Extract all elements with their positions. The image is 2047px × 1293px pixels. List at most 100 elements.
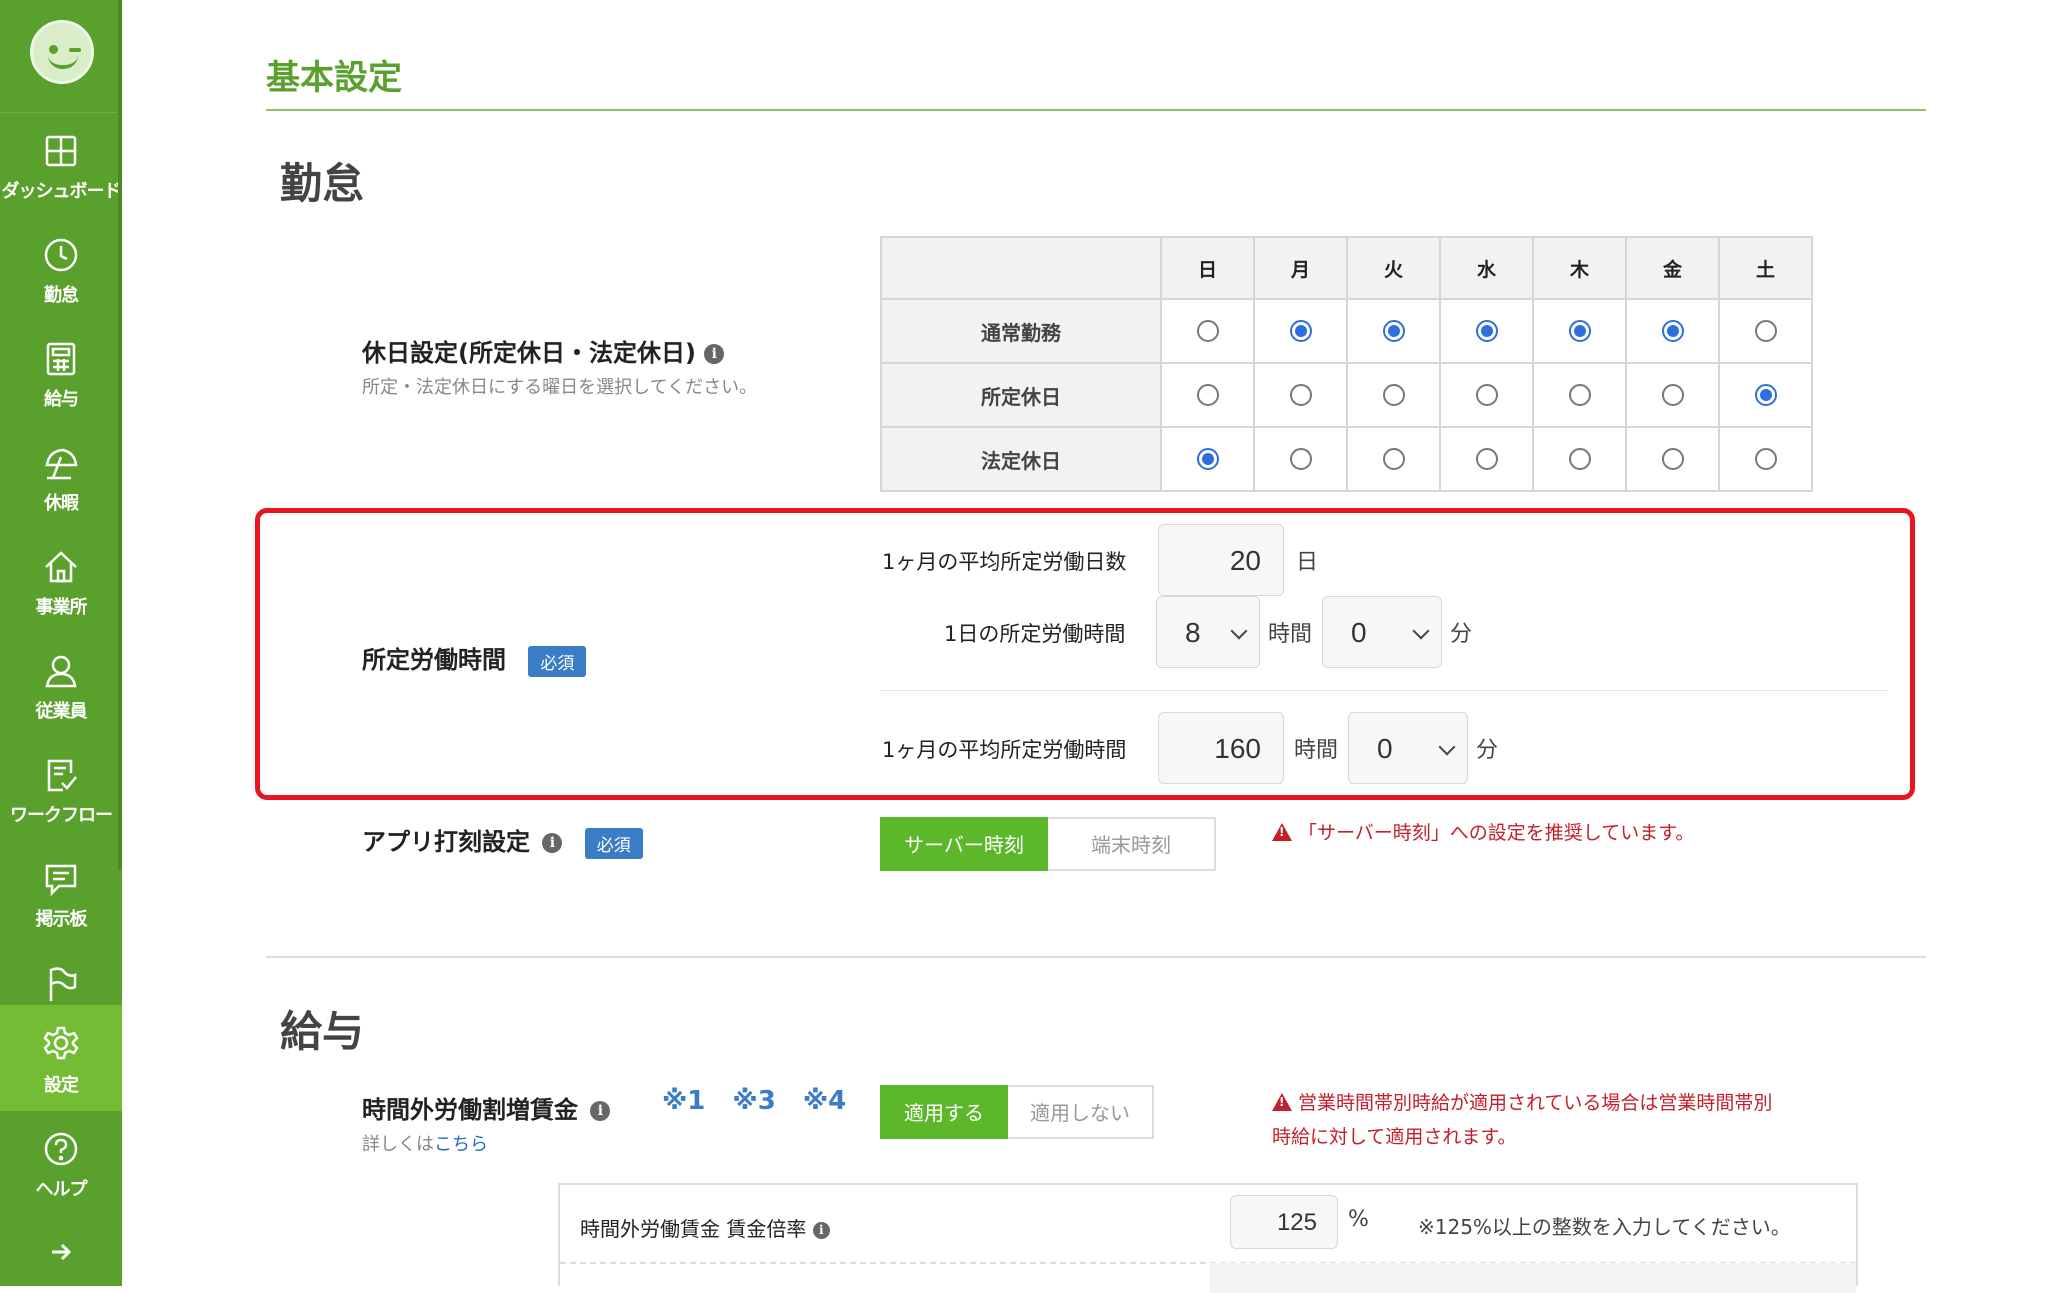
overtime-detail: 詳しくはこちら — [362, 1134, 488, 1155]
day-header: 火 — [1346, 236, 1441, 300]
not-apply-option[interactable]: 適用しない — [1008, 1085, 1154, 1139]
overtime-toggle: 適用する 適用しない — [880, 1085, 1154, 1139]
app-clock-toggle: サーバー時刻 端末時刻 — [880, 817, 1216, 871]
holiday-cell — [1346, 426, 1441, 492]
app-clock-warning: 「サーバー時刻」への設定を推奨しています。 — [1272, 816, 1694, 850]
holiday-cell — [1439, 298, 1534, 364]
monthly-minutes-select[interactable]: 0 — [1348, 712, 1468, 784]
home-icon — [45, 551, 77, 583]
chat-icon — [45, 864, 77, 897]
holiday-cell — [1718, 426, 1813, 492]
daily-hours-select[interactable]: 8 — [1156, 596, 1260, 668]
warning-icon — [1272, 1093, 1292, 1111]
day-header: 木 — [1532, 236, 1627, 300]
sidebar-item-employees[interactable]: 従業員 — [0, 653, 122, 753]
arrow-right-icon[interactable] — [49, 1240, 73, 1264]
day-radio[interactable] — [1289, 384, 1312, 406]
day-radio[interactable] — [1475, 384, 1498, 406]
sidebar-item-label: 従業員 — [35, 701, 88, 722]
day-radio[interactable] — [1568, 320, 1591, 342]
sidebar-item-label: 給与 — [44, 389, 79, 410]
holiday-cell — [1625, 362, 1720, 428]
holiday-cell — [1253, 362, 1348, 428]
main-content: 基本設定 勤怠 休日設定(所定休日・法定休日) i 所定・法定休日にする曜日を選… — [122, 0, 2047, 1293]
holiday-table: 日 月 火 水 木 金 土 通常勤務 所定休日 法定休日 — [880, 236, 1813, 492]
server-time-option[interactable]: サーバー時刻 — [880, 817, 1048, 871]
day-radio[interactable] — [1661, 448, 1684, 470]
umbrella-icon — [45, 448, 78, 480]
day-radio[interactable] — [1196, 448, 1219, 470]
sidebar-item-label: 設定 — [44, 1075, 79, 1096]
day-radio[interactable] — [1754, 448, 1777, 470]
day-radio[interactable] — [1475, 448, 1498, 470]
holiday-cell — [1532, 426, 1627, 492]
holiday-cell — [1160, 426, 1255, 492]
sidebar-item-flag[interactable] — [0, 965, 122, 1005]
holiday-cell — [1718, 298, 1813, 364]
overtime-rate-panel: 時間外労働賃金 賃金倍率 i 125 % ※125%以上の整数を入力してください… — [558, 1183, 1858, 1293]
device-time-option[interactable]: 端末時刻 — [1048, 817, 1216, 871]
sidebar-item-payroll[interactable]: 給与 — [0, 341, 122, 441]
day-radio[interactable] — [1661, 384, 1684, 406]
overtime-title: 時間外労働割増賃金 i — [362, 1090, 611, 1125]
sidebar-item-leave[interactable]: 休暇 — [0, 445, 122, 545]
day-radio[interactable] — [1475, 320, 1498, 342]
sidebar-item-board[interactable]: 掲示板 — [0, 861, 122, 961]
sidebar-item-label: ヘルプ — [35, 1179, 88, 1200]
day-radio[interactable] — [1754, 320, 1777, 342]
day-radio[interactable] — [1382, 384, 1405, 406]
avatar[interactable] — [30, 20, 94, 84]
sidebar-item-dashboard[interactable]: ダッシュボード — [0, 133, 122, 233]
holiday-row: 通常勤務 — [880, 298, 1813, 364]
sidebar-item-attendance[interactable]: 勤怠 — [0, 237, 122, 337]
info-icon[interactable]: i — [590, 1101, 611, 1121]
rate-input[interactable]: 125 — [1230, 1195, 1338, 1249]
day-radio[interactable] — [1661, 320, 1684, 342]
day-radio[interactable] — [1382, 448, 1405, 470]
avg-days-input[interactable]: 20 — [1158, 524, 1284, 596]
day-radio[interactable] — [1568, 384, 1591, 406]
info-icon[interactable]: i — [542, 833, 563, 853]
sidebar-item-label: 勤怠 — [44, 285, 79, 306]
chevron-down-icon — [1230, 622, 1248, 640]
day-radio[interactable] — [1754, 384, 1777, 406]
sidebar-item-label: 休暇 — [44, 493, 79, 514]
person-icon — [45, 655, 77, 688]
day-radio[interactable] — [1196, 320, 1219, 342]
day-radio[interactable] — [1289, 320, 1312, 342]
holiday-cell — [1253, 426, 1348, 492]
minutes-unit: 分 — [1476, 738, 1499, 763]
holiday-cell — [1625, 426, 1720, 492]
rate-label: 時間外労働賃金 賃金倍率 i — [580, 1213, 830, 1242]
detail-link[interactable]: こちら — [434, 1134, 488, 1155]
daily-minutes-select[interactable]: 0 — [1322, 596, 1442, 668]
percent-unit: % — [1348, 1207, 1369, 1232]
work-hours-title: 所定労働時間 必須 — [362, 640, 587, 677]
sidebar-item-office[interactable]: 事業所 — [0, 549, 122, 649]
holiday-cell — [1253, 298, 1348, 364]
day-radio[interactable] — [1382, 320, 1405, 342]
minutes-unit: 分 — [1450, 622, 1473, 647]
app-clock-title: アプリ打刻設定 i 必須 — [362, 822, 643, 859]
sidebar-item-label: ワークフロー — [10, 805, 113, 826]
apply-option[interactable]: 適用する — [880, 1085, 1008, 1139]
day-radio[interactable] — [1568, 448, 1591, 470]
sidebar-item-settings[interactable]: 設定 — [0, 1005, 122, 1111]
warning-icon — [1272, 823, 1292, 841]
info-icon[interactable]: i — [704, 344, 725, 364]
sidebar-item-workflow[interactable]: ワークフロー — [0, 757, 122, 857]
flag-icon — [49, 967, 77, 1001]
day-radio[interactable] — [1196, 384, 1219, 406]
rate-note: ※125%以上の整数を入力してください。 — [1418, 1215, 1791, 1239]
page-title: 基本設定 — [266, 58, 402, 98]
daily-hours-label: 1日の所定労働時間 — [944, 622, 1126, 646]
section-title-payroll: 給与 — [280, 1007, 365, 1056]
section-divider — [266, 956, 1926, 958]
info-icon[interactable]: i — [812, 1222, 830, 1239]
gear-icon — [43, 1026, 79, 1060]
holiday-cell — [1346, 298, 1441, 364]
day-radio[interactable] — [1289, 448, 1312, 470]
day-header: 月 — [1253, 236, 1348, 300]
sidebar-item-help[interactable]: ヘルプ — [0, 1131, 122, 1231]
monthly-hours-input[interactable]: 160 — [1158, 712, 1284, 784]
